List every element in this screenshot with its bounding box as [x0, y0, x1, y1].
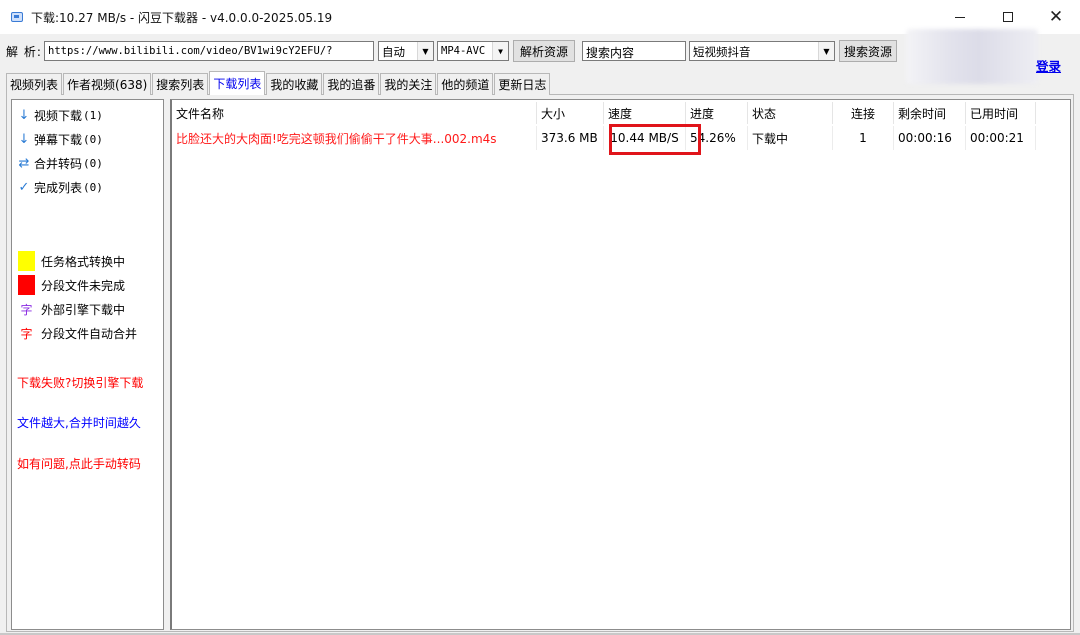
sidebar-item-video-download[interactable]: ↓ 视频下载 (1) — [16, 105, 103, 125]
column-header-elapsed[interactable]: 已用时间 — [966, 102, 1036, 124]
switch-engine-link[interactable]: 下载失败?切换引擎下载 — [17, 374, 143, 391]
download-category-panel: ↓ 视频下载 (1) ↓ 弹幕下载 (0) ⇄ 合并转码 (0) ✓ 完成列表 … — [11, 99, 164, 630]
row-speed: 10.44 MB/S — [604, 126, 686, 150]
tab-download-list[interactable]: 下载列表 — [209, 71, 266, 95]
download-list-table: 文件名称 大小 速度 进度 状态 连接 剩余时间 已用时间 比脸还大的大肉面!吃… — [170, 99, 1071, 630]
sidebar-item-count: (0) — [83, 156, 103, 170]
arrow-down-icon: ↓ — [18, 107, 30, 123]
search-input[interactable]: 搜索内容 — [582, 41, 686, 61]
sidebar-item-count: (0) — [83, 180, 103, 194]
source-select-value: 短视频抖音 — [693, 45, 751, 59]
row-progress: 54.26% — [686, 126, 748, 150]
row-connections: 1 — [833, 126, 894, 150]
column-header-filename[interactable]: 文件名称 — [172, 102, 537, 124]
tab-my-favorites[interactable]: 我的收藏 — [266, 73, 323, 95]
arrow-down-icon: ↓ — [18, 131, 30, 147]
legend-label: 分段文件未完成 — [41, 278, 126, 293]
sidebar-item-merge-transcode[interactable]: ⇄ 合并转码 (0) — [16, 153, 103, 173]
sidebar-item-danmaku-download[interactable]: ↓ 弹幕下载 (0) — [16, 129, 103, 149]
url-input[interactable]: https://www.bilibili.com/video/BV1wi9cY2… — [44, 41, 374, 61]
legend-auto-merge: 字 分段文件自动合并 — [18, 323, 137, 343]
tab-changelog[interactable]: 更新日志 — [494, 73, 551, 95]
parse-resource-button[interactable]: 解析资源 — [513, 40, 575, 62]
row-remaining: 00:00:16 — [894, 126, 966, 150]
merge-time-note: 文件越大,合并时间越久 — [17, 416, 141, 430]
close-button[interactable]: ✕ — [1032, 0, 1080, 34]
tab-my-follows[interactable]: 我的关注 — [380, 73, 437, 95]
column-header-progress[interactable]: 进度 — [686, 102, 748, 124]
purple-char-glyph: 字 — [20, 302, 33, 317]
sidebar-item-label: 弹幕下载 — [34, 132, 83, 147]
dropdown-arrow-icon[interactable]: ▼ — [492, 42, 508, 60]
sidebar-item-count: (0) — [83, 132, 103, 146]
tab-my-bangumi[interactable]: 我的追番 — [323, 73, 380, 95]
legend-external-engine: 字 外部引擎下载中 — [18, 299, 125, 319]
red-char-glyph: 字 — [20, 326, 33, 341]
close-icon: ✕ — [1048, 7, 1064, 27]
row-status: 下载中 — [748, 126, 833, 150]
sidebar-item-completed[interactable]: ✓ 完成列表 (0) — [16, 177, 103, 197]
minimize-icon — [955, 16, 965, 18]
legend-label: 任务格式转换中 — [41, 254, 126, 269]
manual-transcode-link[interactable]: 如有问题,点此手动转码 — [17, 455, 141, 472]
column-header-status[interactable]: 状态 — [748, 102, 833, 124]
source-select[interactable]: 短视频抖音 ▼ — [689, 41, 835, 61]
legend-format-converting: 任务格式转换中 — [18, 251, 125, 271]
format-select[interactable]: MP4-AVC ▼ — [437, 41, 509, 61]
login-link[interactable]: 登录 — [1036, 56, 1061, 75]
quality-select[interactable]: 自动 ▼ — [378, 41, 434, 61]
sidebar-item-label: 视频下载 — [34, 108, 83, 123]
red-swatch — [18, 275, 35, 295]
column-header-connections[interactable]: 连接 — [833, 102, 894, 124]
table-header: 文件名称 大小 速度 进度 状态 连接 剩余时间 已用时间 — [172, 102, 1036, 124]
checkmark-icon: ✓ — [18, 179, 30, 195]
tab-search-list[interactable]: 搜索列表 — [152, 73, 209, 95]
tab-author-videos[interactable]: 作者视频(638) — [63, 73, 152, 95]
row-filename: 比脸还大的大肉面!吃完这顿我们偷偷干了件大事...002.m4s — [172, 126, 537, 150]
tab-their-channel[interactable]: 他的频道 — [437, 73, 494, 95]
app-icon — [11, 11, 23, 23]
row-size: 373.6 MB — [537, 126, 604, 150]
column-header-speed[interactable]: 速度 — [604, 102, 686, 124]
blurred-avatar-area — [906, 29, 1038, 84]
yellow-swatch — [18, 251, 35, 271]
legend-segment-incomplete: 分段文件未完成 — [18, 275, 125, 295]
parse-label: 解 析: — [6, 45, 42, 59]
dropdown-arrow-icon[interactable]: ▼ — [417, 42, 433, 60]
tab-bar: 视频列表 作者视频(638) 搜索列表 下载列表 我的收藏 我的追番 我的关注 … — [6, 71, 551, 95]
column-header-remaining[interactable]: 剩余时间 — [894, 102, 966, 124]
dropdown-arrow-icon[interactable]: ▼ — [818, 42, 834, 60]
table-row[interactable]: 比脸还大的大肉面!吃完这顿我们偷偷干了件大事...002.m4s 373.6 M… — [172, 126, 1036, 150]
format-select-value: MP4-AVC — [441, 45, 486, 57]
row-elapsed: 00:00:21 — [966, 126, 1036, 150]
legend-label: 外部引擎下载中 — [41, 302, 126, 317]
legend-label: 分段文件自动合并 — [41, 326, 138, 341]
window-title: 下载:10.27 MB/s - 闪豆下载器 - v4.0.0.0-2025.05… — [31, 10, 333, 25]
maximize-icon — [1003, 12, 1013, 22]
sidebar-item-label: 完成列表 — [34, 180, 83, 195]
sidebar-item-label: 合并转码 — [34, 156, 83, 171]
search-resource-button[interactable]: 搜索资源 — [839, 40, 897, 62]
sidebar-item-count: (1) — [83, 108, 103, 122]
tab-video-list[interactable]: 视频列表 — [6, 73, 63, 95]
swap-arrows-icon: ⇄ — [18, 155, 30, 171]
quality-select-value: 自动 — [382, 45, 405, 59]
column-header-size[interactable]: 大小 — [537, 102, 604, 124]
